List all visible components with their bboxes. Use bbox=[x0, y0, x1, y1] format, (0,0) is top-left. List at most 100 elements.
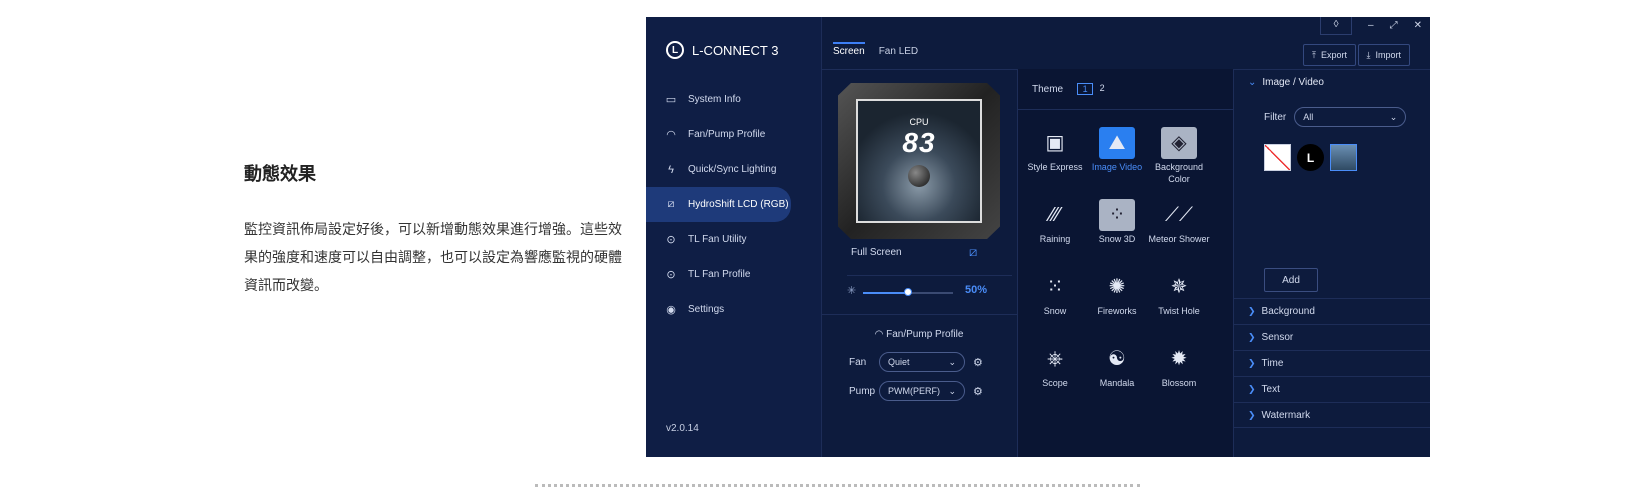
window-controls: ◊ – ⤢ ✕ bbox=[1320, 17, 1422, 35]
accordion-time[interactable]: ❯ Time bbox=[1234, 350, 1430, 376]
minimize-icon[interactable]: – bbox=[1368, 20, 1374, 31]
upload-icon: ⤒ bbox=[1312, 49, 1316, 60]
gauge-icon: ◠ bbox=[666, 129, 676, 141]
effect-meteor-shower[interactable]: ⟋⟋ Meteor Shower bbox=[1148, 199, 1210, 265]
effect-grid: ▣ Style Express ⛰ Image Video ◈ Backgrou… bbox=[1024, 127, 1234, 409]
brightness-icon: ✳ bbox=[847, 285, 857, 297]
effect-blossom[interactable]: ✹ Blossom bbox=[1148, 343, 1210, 409]
brightness-slider[interactable] bbox=[863, 288, 953, 296]
lightning-icon: ϟ bbox=[668, 163, 674, 176]
meteor-shower-icon: ⟋⟋ bbox=[1165, 204, 1193, 226]
image-video-section-header[interactable]: ⌄ Image / Video bbox=[1248, 77, 1324, 88]
media-thumb-logo[interactable]: L bbox=[1297, 144, 1324, 171]
close-icon[interactable]: ✕ bbox=[1414, 20, 1422, 31]
accordion-label: Text bbox=[1261, 384, 1280, 395]
maximize-icon[interactable]: ⤢ bbox=[1390, 20, 1398, 31]
sidebar-item-label: HydroShift LCD (RGB) bbox=[688, 199, 789, 210]
pump-gear-icon[interactable]: ⚙ bbox=[973, 385, 983, 398]
effect-label: Snow bbox=[1043, 306, 1067, 316]
sidebar-item-label: System Info bbox=[688, 94, 741, 105]
accordion-background[interactable]: ❯ Background bbox=[1234, 298, 1430, 324]
sidebar: L L-CONNECT 3 ▭ System Info ◠ Fan/Pump P… bbox=[646, 17, 822, 457]
effect-snow-3d[interactable]: ⁘ Snow 3D bbox=[1086, 199, 1148, 265]
export-button[interactable]: ⤒ Export bbox=[1303, 44, 1356, 66]
orb-graphic bbox=[908, 165, 930, 187]
effect-label: Scope bbox=[1042, 378, 1068, 388]
sidebar-item-quick-sync-lighting[interactable]: ϟ Quick/Sync Lighting bbox=[646, 152, 821, 187]
brand: L L-CONNECT 3 bbox=[666, 41, 778, 59]
properties-panel: ⌄ Image / Video Filter All ⌄ L Add ❯ Bac… bbox=[1234, 69, 1430, 457]
gauge-icon: ◠ bbox=[874, 329, 887, 340]
raining-icon: ⁄⁄⁄ bbox=[1049, 204, 1061, 226]
sidebar-item-hydroshift-lcd[interactable]: ⧄ HydroShift LCD (RGB) bbox=[646, 187, 791, 222]
sidebar-item-system-info[interactable]: ▭ System Info bbox=[646, 82, 821, 117]
monitor-icon: ▭ bbox=[665, 94, 677, 106]
fan-pump-title-text: Fan/Pump Profile bbox=[886, 329, 964, 340]
pump-select-value: PWM(PERF) bbox=[888, 386, 940, 396]
snow-3d-icon: ⁘ bbox=[1099, 199, 1135, 231]
theme-page-2[interactable]: 2 bbox=[1097, 83, 1107, 95]
media-thumb-image[interactable] bbox=[1330, 144, 1357, 171]
effect-label: Mandala bbox=[1099, 378, 1135, 388]
snow-icon: ⁙ bbox=[1046, 276, 1064, 298]
accordion-watermark[interactable]: ❯ Watermark bbox=[1234, 402, 1430, 428]
brightness-thumb[interactable] bbox=[904, 288, 912, 296]
media-thumb-none[interactable] bbox=[1264, 144, 1291, 171]
add-media-button[interactable]: Add bbox=[1264, 268, 1318, 292]
sidebar-item-fan-pump-profile[interactable]: ◠ Fan/Pump Profile bbox=[646, 117, 821, 152]
app-version: v2.0.14 bbox=[666, 423, 699, 434]
settings-icon: ◉ bbox=[666, 304, 676, 316]
fan-select[interactable]: Quiet ⌄ bbox=[879, 352, 965, 372]
fan-gear-icon[interactable]: ⚙ bbox=[973, 356, 983, 369]
pump-select[interactable]: PWM(PERF) ⌄ bbox=[879, 381, 965, 401]
scope-icon: ⎈ bbox=[1047, 348, 1063, 370]
effect-raining[interactable]: ⁄⁄⁄ Raining bbox=[1024, 199, 1086, 265]
theme-page-1[interactable]: 1 bbox=[1077, 83, 1094, 95]
filter-select[interactable]: All ⌄ bbox=[1294, 107, 1407, 127]
effect-scope[interactable]: ⎈ Scope bbox=[1024, 343, 1086, 409]
effect-image-video[interactable]: ⛰ Image Video bbox=[1086, 127, 1148, 193]
effect-background-color[interactable]: ◈ Background Color bbox=[1148, 127, 1210, 193]
chevron-down-icon: ⌄ bbox=[1248, 77, 1257, 88]
sidebar-item-settings[interactable]: ◉ Settings bbox=[646, 292, 821, 327]
effect-style-express[interactable]: ▣ Style Express bbox=[1024, 127, 1086, 193]
effect-fireworks[interactable]: ✺ Fireworks bbox=[1086, 271, 1148, 337]
media-thumbnails: L bbox=[1264, 144, 1357, 171]
pin-icon[interactable]: ◊ bbox=[1320, 17, 1353, 35]
effect-twist-hole[interactable]: ✵ Twist Hole bbox=[1148, 271, 1210, 337]
chevron-down-icon: ⌄ bbox=[948, 356, 956, 367]
effect-label: Snow 3D bbox=[1098, 234, 1136, 244]
fan-label: Fan bbox=[849, 356, 867, 368]
style-express-icon: ▣ bbox=[1045, 132, 1065, 154]
fullscreen-toggle-icon[interactable]: ⧄ bbox=[969, 244, 977, 260]
theme-pager: 1 2 bbox=[1077, 83, 1107, 95]
theme-divider bbox=[1018, 109, 1233, 110]
sidebar-item-tl-fan-utility[interactable]: ⊙ TL Fan Utility bbox=[646, 222, 821, 257]
fan-select-value: Quiet bbox=[888, 357, 910, 367]
accordion-sensor[interactable]: ❯ Sensor bbox=[1234, 324, 1430, 350]
brightness-row: ✳ 50% bbox=[847, 275, 1012, 304]
cpu-value: 83 bbox=[902, 127, 936, 158]
lcd-screen-preview: CPU 83 bbox=[856, 99, 982, 223]
tab-fan-led[interactable]: Fan LED bbox=[879, 46, 918, 61]
import-button[interactable]: ⤓ Import bbox=[1357, 44, 1410, 66]
chevron-right-icon: ❯ bbox=[1248, 332, 1256, 342]
accordion-text[interactable]: ❯ Text bbox=[1234, 376, 1430, 402]
sidebar-item-label: TL Fan Profile bbox=[688, 269, 751, 280]
pump-row: Pump PWM(PERF) ⌄ ⚙ bbox=[849, 381, 983, 401]
mandala-icon: ☯ bbox=[1108, 348, 1126, 370]
download-icon: ⤓ bbox=[1366, 49, 1371, 60]
brightness-fill bbox=[863, 292, 908, 294]
fireworks-icon: ✺ bbox=[1108, 276, 1126, 298]
effect-mandala[interactable]: ☯ Mandala bbox=[1086, 343, 1148, 409]
effect-label: Raining bbox=[1039, 234, 1071, 244]
lian-li-logo-icon: L bbox=[666, 41, 684, 59]
chevron-right-icon: ❯ bbox=[1248, 409, 1256, 420]
effect-label: Style Express bbox=[1027, 162, 1083, 172]
tab-screen[interactable]: Screen bbox=[833, 42, 865, 61]
brightness-value: 50% bbox=[965, 284, 988, 296]
article-body: 監控資訊佈局設定好後，可以新增動態效果進行增強。這些效果的強度和速度可以自由調整… bbox=[244, 222, 622, 294]
effect-snow[interactable]: ⁙ Snow bbox=[1024, 271, 1086, 337]
sidebar-item-tl-fan-profile[interactable]: ⊙ TL Fan Profile bbox=[646, 257, 821, 292]
filter-row: Filter All ⌄ bbox=[1264, 107, 1407, 127]
